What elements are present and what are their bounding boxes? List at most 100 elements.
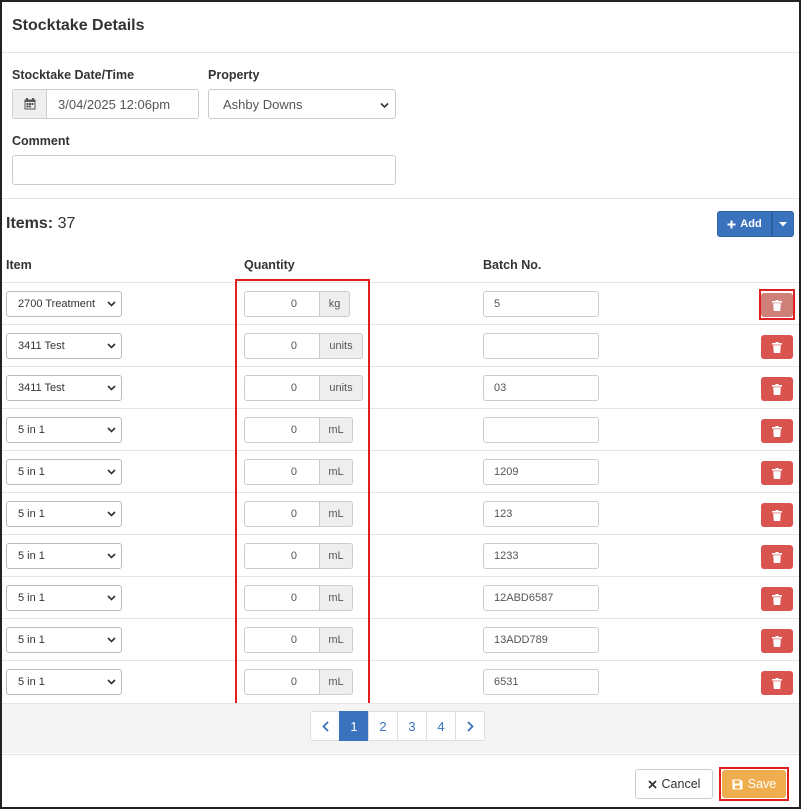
add-button-group: Add [717,211,794,237]
batch-input[interactable]: 03 [483,375,599,401]
batch-input[interactable] [483,417,599,443]
chevron-down-icon [107,424,116,436]
item-select[interactable]: 3411 Test [6,375,122,401]
chevron-down-icon [107,466,116,478]
chevron-down-icon [107,340,116,352]
delete-row-button[interactable] [761,503,793,527]
unit-label: mL [319,585,353,611]
unit-label: mL [319,501,353,527]
quantity-input[interactable]: 0 [244,417,320,443]
item-select-value: 2700 Treatment [18,298,96,310]
batch-input[interactable]: 6531 [483,669,599,695]
batch-input[interactable]: 12ABD6587 [483,585,599,611]
quantity-input[interactable]: 0 [244,501,320,527]
trash-icon [772,593,782,605]
delete-row-button[interactable] [761,293,793,317]
item-select[interactable]: 5 in 1 [6,627,122,653]
items-count: Items: 37 [6,215,75,233]
item-select[interactable]: 5 in 1 [6,543,122,569]
batch-input[interactable]: 13ADD789 [483,627,599,653]
items-count-label: Items: [6,215,54,232]
table-row: 5 in 1 0 mL 12ABD6587 [2,576,799,618]
delete-row-button[interactable] [761,629,793,653]
pagination: 1 2 3 4 [310,711,485,741]
page-prev-button[interactable] [310,711,340,741]
item-select[interactable]: 5 in 1 [6,585,122,611]
quantity-input[interactable]: 0 [244,459,320,485]
calendar-icon[interactable] [13,90,47,118]
trash-icon [772,341,782,353]
table-row: 5 in 1 0 mL 13ADD789 [2,618,799,660]
page-button-2[interactable]: 2 [368,711,398,741]
page-button-1[interactable]: 1 [339,711,369,741]
delete-row-button[interactable] [761,335,793,359]
quantity-input[interactable]: 0 [244,333,320,359]
unit-label: kg [319,291,350,317]
batch-input[interactable]: 1233 [483,543,599,569]
save-button[interactable]: Save [722,770,786,798]
chevron-down-icon [107,298,116,310]
item-select[interactable]: 3411 Test [6,333,122,359]
table-row: 3411 Test 0 units 03 [2,366,799,408]
add-button[interactable]: Add [717,211,772,237]
delete-row-button[interactable] [761,461,793,485]
batch-input[interactable]: 5 [483,291,599,317]
table-row: 3411 Test 0 units [2,324,799,366]
quantity-input[interactable]: 0 [244,585,320,611]
quantity-input[interactable]: 0 [244,291,320,317]
item-select[interactable]: 5 in 1 [6,459,122,485]
quantity-input[interactable]: 0 [244,375,320,401]
chevron-down-icon [107,676,116,688]
comment-input[interactable] [12,155,396,185]
delete-row-button[interactable] [761,545,793,569]
item-select-value: 5 in 1 [18,424,45,436]
table-row: 2700 Treatment 0 kg 5 [2,282,799,324]
cancel-button[interactable]: Cancel [635,769,713,799]
item-select-value: 3411 Test [18,340,65,352]
column-header-batch: Batch No. [483,258,542,272]
comment-label: Comment [12,134,70,148]
chevron-down-icon [380,97,389,112]
chevron-down-icon [107,550,116,562]
unit-label: units [319,375,363,401]
page-next-button[interactable] [455,711,485,741]
trash-icon [772,383,782,395]
delete-row-button[interactable] [761,671,793,695]
add-dropdown-toggle[interactable] [772,211,794,237]
date-input[interactable]: 3/04/2025 12:06pm [47,90,198,118]
batch-input[interactable] [483,333,599,359]
trash-icon [772,509,782,521]
item-select[interactable]: 5 in 1 [6,501,122,527]
delete-row-button[interactable] [761,419,793,443]
table-row: 5 in 1 0 mL 1209 [2,450,799,492]
quantity-input[interactable]: 0 [244,627,320,653]
batch-input[interactable]: 123 [483,501,599,527]
item-select[interactable]: 5 in 1 [6,417,122,443]
unit-label: mL [319,627,353,653]
delete-row-button[interactable] [761,587,793,611]
item-select-value: 5 in 1 [18,676,45,688]
caret-down-icon [779,221,787,226]
page-button-3[interactable]: 3 [397,711,427,741]
save-icon [732,779,743,789]
close-icon [647,779,657,789]
item-select[interactable]: 2700 Treatment [6,291,122,317]
property-label: Property [208,68,260,82]
property-select[interactable]: Ashby Downs [208,89,396,119]
item-select-value: 5 in 1 [18,508,45,520]
quantity-input[interactable]: 0 [244,669,320,695]
chevron-right-icon [466,720,474,732]
delete-row-button[interactable] [761,377,793,401]
item-select-value: 3411 Test [18,382,65,394]
trash-icon [772,467,782,479]
trash-icon [772,677,782,689]
column-header-quantity: Quantity [244,258,295,272]
cancel-button-label: Cancel [661,777,701,791]
quantity-input[interactable]: 0 [244,543,320,569]
table-row: 5 in 1 0 mL [2,408,799,450]
batch-input[interactable]: 1209 [483,459,599,485]
item-select[interactable]: 5 in 1 [6,669,122,695]
unit-label: mL [319,669,353,695]
date-picker[interactable]: 3/04/2025 12:06pm [12,89,199,119]
page-button-4[interactable]: 4 [426,711,456,741]
